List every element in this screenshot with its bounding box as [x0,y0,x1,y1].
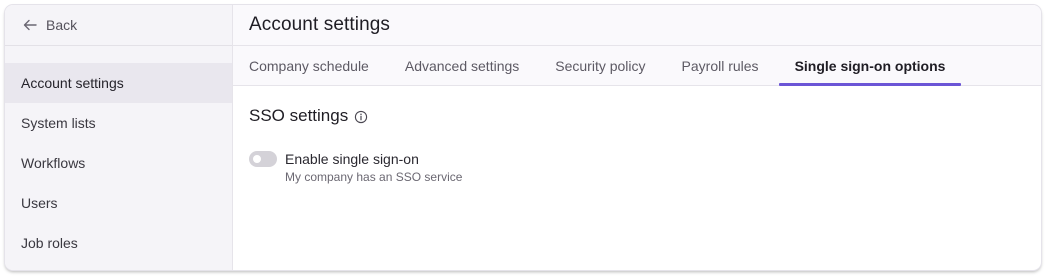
sidebar-item-users[interactable]: Users [5,183,232,223]
tab-single-sign-on-options[interactable]: Single sign-on options [778,46,962,86]
sidebar-nav: Account settings System lists Workflows … [5,63,232,263]
settings-window: Back Account settings System lists Workf… [5,5,1041,270]
sso-section: SSO settings Enable single sign-on My co… [233,86,1041,270]
tab-label: Company schedule [249,57,369,74]
sidebar-item-account-settings[interactable]: Account settings [5,63,232,103]
toggle-knob [253,155,261,163]
tab-label: Payroll rules [681,57,759,74]
sidebar-item-label: System lists [21,115,96,131]
tab-label: Advanced settings [404,57,520,74]
tab-label: Security policy [555,57,646,74]
tab-label: Single sign-on options [794,57,946,74]
sidebar-item-label: Workflows [21,155,86,171]
sso-toggle-description: My company has an SSO service [285,170,463,184]
arrow-left-icon [22,18,38,32]
tab-company-schedule[interactable]: Company schedule [249,46,369,85]
sso-toggle-switch[interactable] [249,151,277,167]
tab-security-policy[interactable]: Security policy [555,46,645,85]
sidebar-item-workflows[interactable]: Workflows [5,143,232,183]
sidebar-item-system-lists[interactable]: System lists [5,103,232,143]
section-title: SSO settings [249,106,1025,126]
main-panel: Account settings Company schedule Advanc… [233,5,1041,270]
sso-toggle-label[interactable]: Enable single sign-on [285,150,462,168]
back-button[interactable]: Back [5,5,232,46]
page-header: Account settings [233,5,1041,46]
sidebar-item-job-roles[interactable]: Job roles [5,223,232,263]
section-title-text: SSO settings [249,106,349,125]
info-circle-icon[interactable] [354,109,368,124]
sidebar-item-label: Job roles [21,235,78,251]
sidebar: Back Account settings System lists Workf… [5,5,233,270]
sso-toggle-row: Enable single sign-on My company has an … [249,150,1025,185]
back-label: Back [46,17,78,33]
sidebar-item-label: Users [21,195,58,211]
sidebar-item-label: Account settings [21,75,124,91]
sso-toggle-text: Enable single sign-on My company has an … [285,150,462,185]
tab-advanced-settings[interactable]: Advanced settings [405,46,519,85]
tab-bar: Company schedule Advanced settings Secur… [233,46,1041,86]
tab-payroll-rules[interactable]: Payroll rules [682,46,759,85]
page-title: Account settings [249,14,391,35]
